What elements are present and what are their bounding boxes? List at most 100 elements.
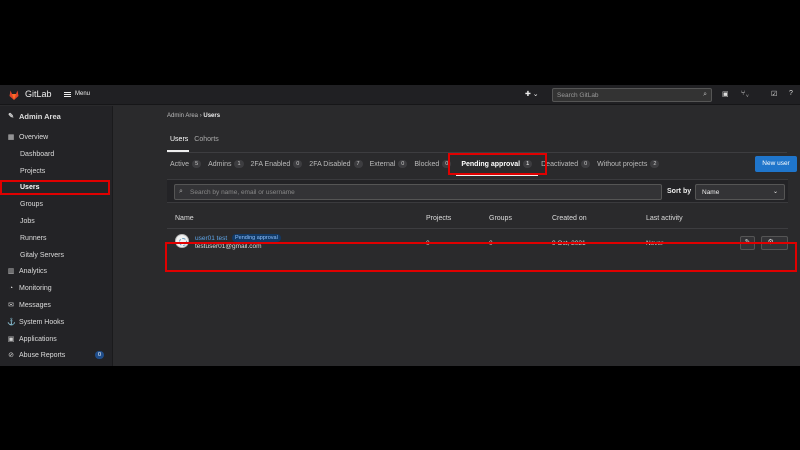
sidebar-item-system-hooks[interactable]: ⚓ System Hooks (0, 315, 113, 330)
filter-tab-admins[interactable]: Admins 1 (208, 160, 244, 168)
sidebar-item-label: Dashboard (20, 151, 55, 158)
search-icon: ⌕ (703, 91, 707, 98)
sidebar-item-label: Gitaly Servers (20, 252, 64, 259)
filter-tab-label: Without projects (597, 160, 648, 168)
filter-tab-label: Admins (208, 160, 232, 168)
filter-tab-label: Pending approval (461, 160, 521, 168)
sort-select[interactable]: Name ⌄ (695, 184, 785, 200)
filter-tab-count: 5 (192, 160, 202, 168)
column-header-groups: Groups (489, 215, 512, 222)
cell-projects: 0 (426, 240, 430, 247)
user-actions-dropdown[interactable]: ⚙ ⌄ (761, 236, 788, 250)
applications-icon: ▣ (7, 335, 15, 343)
filter-tab-label: 2FA Disabled (309, 160, 351, 168)
sidebar-item-abuse-reports[interactable]: ⊘ Abuse Reports 0 (0, 348, 113, 363)
users-table-header: Name Projects Groups Created on Last act… (167, 209, 788, 229)
sidebar-item-runners[interactable]: Runners (0, 231, 113, 246)
filter-tab-label: Active (170, 160, 190, 168)
cell-groups: 0 (489, 240, 493, 247)
gitlab-logo-icon[interactable] (8, 89, 20, 101)
sidebar-item-overview[interactable]: ▦ Overview (0, 130, 113, 145)
sidebar-item-gitaly-servers[interactable]: Gitaly Servers (0, 248, 113, 263)
filter-tab-label: 2FA Enabled (250, 160, 291, 168)
sidebar-item-monitoring[interactable]: ◔ Monitoring (0, 281, 113, 296)
abuse-icon: ⊘ (8, 351, 14, 359)
messages-icon: ✉ (8, 301, 14, 309)
column-header-projects: Projects (426, 215, 452, 222)
brand-name[interactable]: GitLab (25, 89, 52, 99)
sidebar-item-groups[interactable]: Groups (0, 197, 113, 212)
user-name-link[interactable]: user01 test (195, 235, 227, 242)
sidebar-header-label: Admin Area (19, 112, 61, 121)
sidebar-item-messages[interactable]: ✉ Messages (0, 298, 113, 313)
avatar[interactable] (175, 234, 189, 248)
merge-request-icon[interactable]: ⑂⌄ (741, 90, 749, 97)
tab-cohorts[interactable]: Cohorts (194, 136, 219, 143)
filter-tab-count: 0 (398, 160, 408, 168)
user-email: testuser01@gmail.com (195, 243, 262, 250)
global-search-placeholder: Search GitLab (557, 92, 599, 99)
filter-tab-count: 1 (234, 160, 244, 168)
abuse-reports-count-badge: 0 (94, 351, 104, 359)
breadcrumb-admin-area[interactable]: Admin Area (167, 113, 198, 119)
filter-tab-2fa-disabled[interactable]: 2FA Disabled 7 (309, 160, 363, 168)
menu-label: Menu (75, 91, 91, 97)
user-search-placeholder: Search by name, email or username (190, 189, 295, 196)
chevron-down-icon: ⌄ (772, 189, 778, 195)
sidebar: ✎ Admin Area ▦ Overview Dashboard Projec… (0, 106, 113, 366)
sidebar-item-label: Users (20, 184, 40, 191)
column-header-last-activity: Last activity (646, 215, 683, 222)
sidebar-item-label: Abuse Reports (19, 352, 66, 359)
sidebar-item-projects[interactable]: Projects (0, 164, 113, 179)
filter-tab-label: Deactivated (541, 160, 579, 168)
breadcrumb: Admin Area › Users (167, 113, 220, 119)
table-row: user01 test Pending approval testuser01@… (167, 230, 788, 257)
top-navbar: GitLab Menu ✚ ⌄ Search GitLab ⌕ ▣ ⑂⌄ ☑ ? (0, 85, 800, 105)
sidebar-header-admin-area[interactable]: ✎ Admin Area (0, 109, 113, 124)
tab-users[interactable]: Users (170, 136, 188, 143)
global-search-input[interactable]: Search GitLab ⌕ (552, 88, 712, 102)
filter-tab-external[interactable]: External 0 (370, 160, 408, 168)
sidebar-item-label: Applications (19, 336, 57, 343)
breadcrumb-users[interactable]: Users (203, 113, 220, 119)
new-dropdown-button[interactable]: ✚ ⌄ (525, 90, 539, 98)
edit-user-button[interactable]: ✎ (740, 236, 755, 250)
filter-tab-without-projects[interactable]: Without projects 2 (597, 160, 660, 168)
sort-value: Name (702, 189, 720, 196)
sidebar-item-users[interactable]: Users (0, 180, 113, 195)
search-icon: ⌕ (179, 188, 183, 195)
sidebar-item-jobs[interactable]: Jobs (0, 214, 113, 229)
main-content: Admin Area › Users Users Cohorts Active 5… (113, 106, 800, 366)
active-tab-underline (167, 150, 189, 152)
active-filter-underline (456, 174, 538, 176)
filter-tab-deactivated[interactable]: Deactivated 0 (541, 160, 591, 168)
hook-icon: ⚓ (7, 318, 16, 326)
tab-divider (167, 152, 787, 153)
filter-tab-active[interactable]: Active 5 (170, 160, 202, 168)
user-search-input[interactable]: ⌕ Search by name, email or username (174, 184, 662, 200)
menu-button[interactable]: Menu (64, 91, 90, 97)
wrench-icon: ✎ (8, 112, 14, 120)
column-header-name: Name (175, 215, 194, 222)
new-user-button[interactable]: New user (755, 156, 797, 172)
filter-tab-pending-approval[interactable]: Pending approval 1 (461, 160, 533, 168)
hamburger-icon (64, 91, 71, 97)
filter-tab-2fa-enabled[interactable]: 2FA Enabled 0 (251, 160, 303, 168)
sidebar-item-label: Messages (19, 302, 51, 309)
sidebar-item-label: Runners (20, 235, 47, 242)
sidebar-item-analytics[interactable]: ▥ Analytics (0, 264, 113, 279)
sidebar-item-label: Analytics (19, 268, 48, 275)
sidebar-item-applications[interactable]: ▣ Applications (0, 332, 113, 347)
issues-icon[interactable]: ☑ (771, 90, 777, 98)
sidebar-item-dashboard[interactable]: Dashboard (0, 147, 113, 162)
filter-tab-label: External (369, 160, 396, 168)
sidebar-item-label: Projects (20, 168, 46, 175)
cell-last-activity: Never (646, 240, 664, 247)
filter-tab-count: 0 (293, 160, 303, 168)
sidebar-item-label: System Hooks (19, 319, 65, 326)
todo-icon[interactable]: ▣ (722, 90, 729, 98)
monitor-icon: ◔ (8, 284, 14, 292)
sidebar-item-label: Overview (19, 134, 49, 141)
filter-tab-blocked[interactable]: Blocked 0 (414, 160, 452, 168)
help-icon[interactable]: ? (789, 90, 793, 97)
